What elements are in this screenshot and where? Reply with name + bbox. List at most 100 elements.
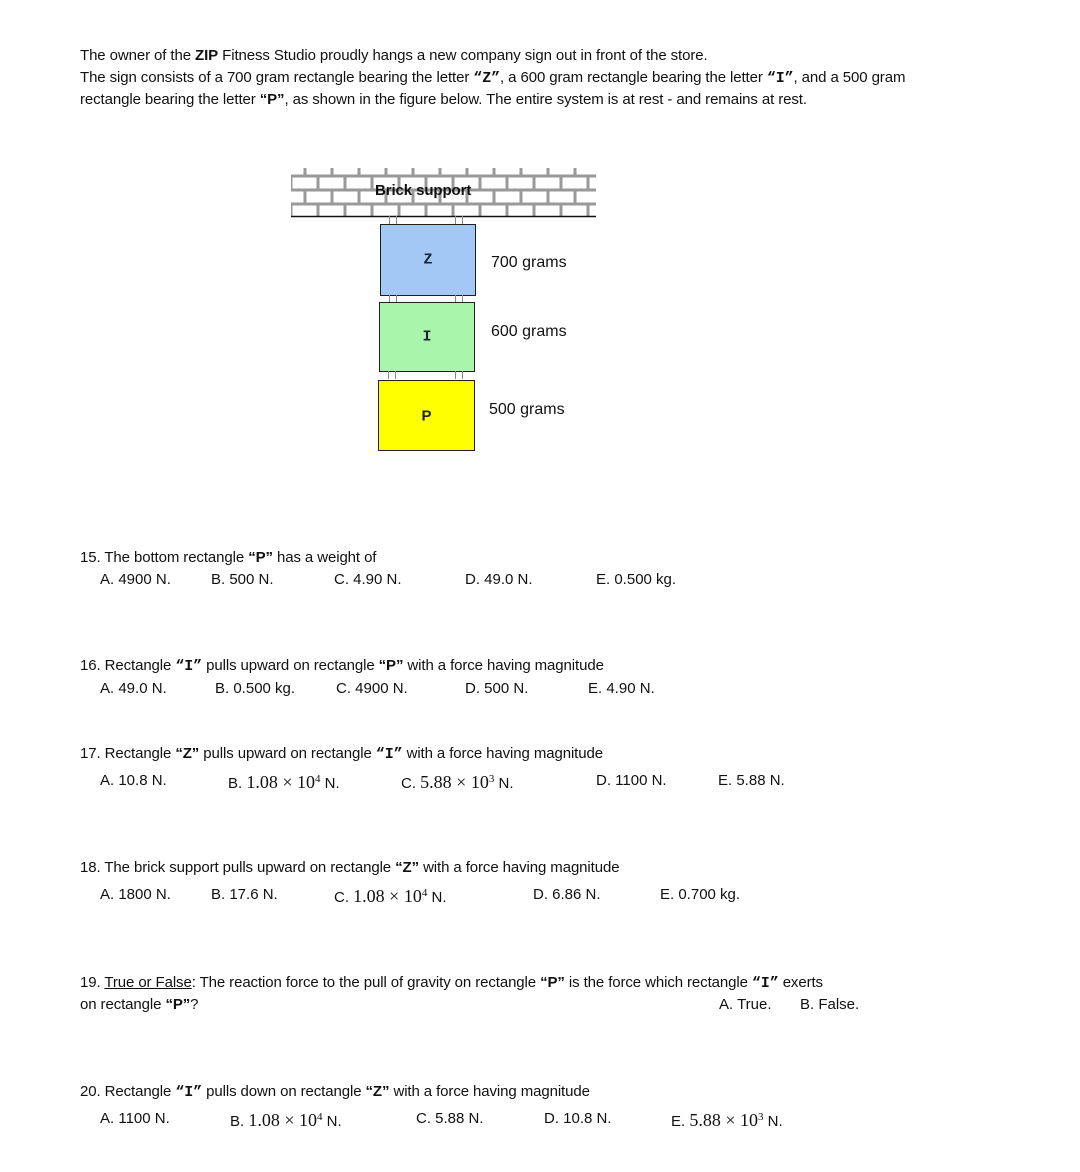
stem-text: pulls upward on rectangle bbox=[202, 657, 379, 674]
question-number: 16. bbox=[80, 657, 101, 674]
stem-text: The bottom rectangle bbox=[100, 549, 249, 566]
option-a-true[interactable]: A. True. bbox=[719, 995, 772, 1015]
question-number: 15. bbox=[80, 549, 101, 566]
letter-p: P bbox=[421, 407, 432, 424]
option-mantissa: 5.88 × 10 bbox=[689, 1110, 758, 1130]
option-mantissa: 1.08 × 10 bbox=[248, 1110, 317, 1130]
option-d[interactable]: D. 500 N. bbox=[465, 679, 528, 699]
option-c[interactable]: C. 4.90 N. bbox=[334, 570, 402, 590]
intro-text: The sign consists of a 700 gram rectangl… bbox=[80, 69, 474, 86]
option-label: A. 1100 N. bbox=[100, 1110, 170, 1127]
option-e[interactable]: E. 5.88 × 103 N. bbox=[671, 1107, 783, 1132]
question-number: 18. bbox=[80, 859, 101, 876]
connector bbox=[455, 371, 463, 379]
option-d[interactable]: D. 10.8 N. bbox=[544, 1109, 612, 1129]
option-b[interactable]: B. 1.08 × 104 N. bbox=[230, 1107, 342, 1132]
option-label: B. bbox=[230, 1113, 249, 1130]
intro-text: rectangle bearing the letter bbox=[80, 91, 260, 108]
option-unit: N. bbox=[320, 775, 340, 792]
option-unit: N. bbox=[427, 889, 447, 906]
mass-label-z: 700 grams bbox=[491, 254, 567, 271]
option-b[interactable]: B. 17.6 N. bbox=[211, 885, 278, 905]
question-stem-continued: on rectangle “P”? bbox=[80, 994, 199, 1016]
option-b[interactable]: B. 1.08 × 104 N. bbox=[228, 769, 340, 794]
option-a[interactable]: A. 4900 N. bbox=[100, 570, 171, 590]
option-unit: N. bbox=[763, 1113, 783, 1130]
mass-label-i: 600 grams bbox=[491, 323, 567, 340]
option-label: C. 5.88 N. bbox=[416, 1110, 484, 1127]
stem-text: Rectangle bbox=[100, 1083, 176, 1100]
option-a[interactable]: A. 1800 N. bbox=[100, 885, 171, 905]
option-e[interactable]: E. 0.700 kg. bbox=[660, 885, 740, 905]
option-c[interactable]: C. 5.88 × 103 N. bbox=[401, 769, 514, 794]
stem-text: pulls down on rectangle bbox=[202, 1083, 366, 1100]
intro-text: , and a 500 gram bbox=[793, 69, 906, 86]
question-stem: 15. The bottom rectangle “P” has a weigh… bbox=[80, 547, 376, 569]
letter-z: Z bbox=[423, 251, 433, 269]
option-label: B. bbox=[228, 775, 247, 792]
intro-line-2: The sign consists of a 700 gram rectangl… bbox=[80, 67, 905, 90]
question-stem: 19. True or False: The reaction force to… bbox=[80, 972, 823, 995]
option-e[interactable]: E. 4.90 N. bbox=[588, 679, 655, 699]
option-mantissa: 1.08 × 10 bbox=[246, 772, 315, 792]
option-label: C. bbox=[401, 775, 421, 792]
option-a[interactable]: A. 10.8 N. bbox=[100, 771, 167, 791]
option-d[interactable]: D. 6.86 N. bbox=[533, 885, 601, 905]
letter-ref: “Z” bbox=[365, 1083, 390, 1100]
option-label: D. 6.86 N. bbox=[533, 886, 601, 903]
option-a[interactable]: A. 1100 N. bbox=[100, 1109, 170, 1129]
letter-ref: “P” bbox=[378, 657, 404, 674]
letter-ref: “Z” bbox=[395, 859, 419, 876]
connector bbox=[388, 371, 396, 379]
option-label: E. 0.700 kg. bbox=[660, 886, 741, 903]
option-d[interactable]: D. 49.0 N. bbox=[465, 570, 533, 590]
option-e[interactable]: E. 5.88 N. bbox=[718, 771, 785, 791]
option-b-false[interactable]: B. False. bbox=[800, 995, 859, 1015]
letter-ref: “I” bbox=[175, 1084, 203, 1101]
rectangle-p: P bbox=[378, 380, 475, 451]
mass-label-p: 500 grams bbox=[489, 401, 565, 418]
option-label: E. bbox=[671, 1113, 690, 1130]
question-number: 20. bbox=[80, 1083, 101, 1100]
option-e[interactable]: E. 0.500 kg. bbox=[596, 570, 676, 590]
option-unit: N. bbox=[322, 1113, 342, 1130]
stem-text: with a force having magnitude bbox=[402, 745, 603, 762]
letter-ref: “Z” bbox=[175, 745, 200, 762]
letter-ref: “I” bbox=[375, 746, 403, 763]
intro-line-3: rectangle bearing the letter “P”, as sho… bbox=[80, 89, 807, 111]
option-label: A. 10.8 N. bbox=[100, 772, 167, 789]
option-label: B. 17.6 N. bbox=[211, 886, 278, 903]
option-d[interactable]: D. 1100 N. bbox=[596, 771, 667, 791]
rectangle-z: Z bbox=[380, 224, 476, 296]
stem-text: on rectangle bbox=[80, 996, 166, 1013]
question-number: 17. bbox=[80, 745, 101, 762]
stem-text: : The reaction force to the pull of grav… bbox=[191, 974, 541, 991]
intro-text: Fitness Studio proudly hangs a new compa… bbox=[218, 47, 708, 64]
stem-text: Rectangle bbox=[100, 745, 176, 762]
connector bbox=[455, 216, 463, 224]
option-label: D. 10.8 N. bbox=[544, 1110, 612, 1127]
letter-ref: “P” bbox=[540, 974, 565, 991]
stem-text: has a weight of bbox=[272, 549, 377, 566]
letter-z-ref: “Z” bbox=[473, 70, 501, 87]
option-c[interactable]: C. 5.88 N. bbox=[416, 1109, 484, 1129]
stem-text: exerts bbox=[778, 974, 823, 991]
option-c[interactable]: C. 1.08 × 104 N. bbox=[334, 883, 447, 908]
option-b[interactable]: B. 0.500 kg. bbox=[215, 679, 295, 699]
intro-text: The owner of the bbox=[80, 47, 196, 64]
stem-text: with a force having magnitude bbox=[403, 657, 604, 674]
stem-text: pulls upward on rectangle bbox=[199, 745, 376, 762]
option-label: E. 5.88 N. bbox=[718, 772, 785, 789]
letter-i: I bbox=[422, 328, 432, 346]
letter-ref: “P” bbox=[165, 996, 191, 1013]
option-c[interactable]: C. 4900 N. bbox=[336, 679, 408, 699]
question-stem: 17. Rectangle “Z” pulls upward on rectan… bbox=[80, 743, 603, 766]
option-b[interactable]: B. 500 N. bbox=[211, 570, 274, 590]
rectangle-i: I bbox=[379, 302, 475, 372]
question-stem: 18. The brick support pulls upward on re… bbox=[80, 857, 620, 879]
brick-support-label: Brick support bbox=[375, 182, 472, 199]
letter-ref: “P” bbox=[248, 549, 273, 566]
intro-line-1: The owner of the ZIP Fitness Studio prou… bbox=[80, 45, 708, 67]
option-a[interactable]: A. 49.0 N. bbox=[100, 679, 167, 699]
intro-text: , as shown in the figure below. The enti… bbox=[284, 91, 807, 108]
